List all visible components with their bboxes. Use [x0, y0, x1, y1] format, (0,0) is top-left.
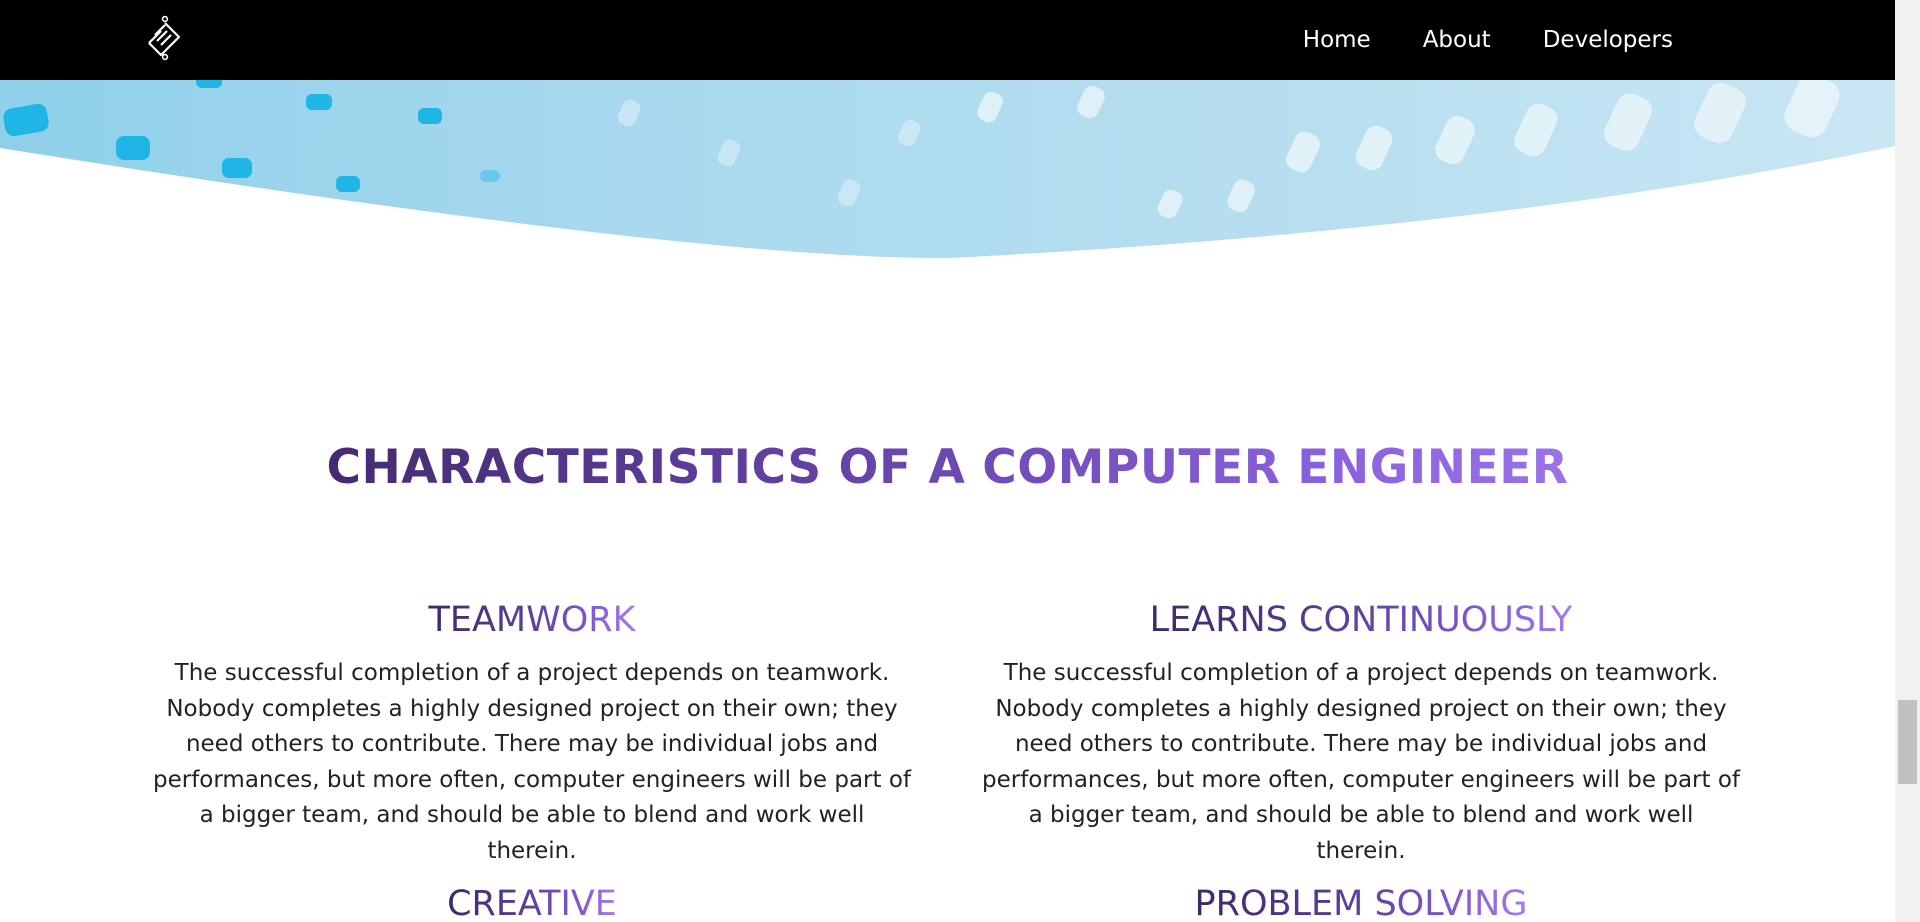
circuit-logo-icon[interactable] [143, 13, 187, 63]
page-title: CHARACTERISTICS OF A COMPUTER ENGINEER [0, 440, 1895, 495]
nav-link-about[interactable]: About [1423, 27, 1491, 53]
characteristic-card-creative: CREATIVE [152, 884, 912, 922]
page: Home About Developers CHARACTERISTICS OF… [0, 0, 1920, 922]
main-nav: Home About Developers [1303, 0, 1673, 80]
characteristic-card-learns-continuously: LEARNS CONTINUOUSLY The successful compl… [981, 600, 1741, 869]
hero-image-wave [0, 80, 1895, 260]
nav-link-home[interactable]: Home [1303, 27, 1371, 53]
characteristic-description: The successful completion of a project d… [981, 660, 1740, 864]
characteristic-description: The successful completion of a project d… [152, 660, 911, 864]
top-navbar: Home About Developers [0, 0, 1895, 80]
nav-link-developers[interactable]: Developers [1543, 27, 1673, 53]
characteristic-heading: TEAMWORK [428, 600, 636, 640]
characteristic-heading: PROBLEM SOLVING [1194, 884, 1528, 922]
characteristic-heading: LEARNS CONTINUOUSLY [1149, 600, 1573, 640]
page-scrollbar[interactable] [1895, 0, 1920, 922]
scrollbar-thumb[interactable] [1898, 700, 1917, 784]
characteristic-card-problem-solving: PROBLEM SOLVING [981, 884, 1741, 922]
characteristic-heading: CREATIVE [447, 884, 617, 922]
characteristic-card-teamwork: TEAMWORK The successful completion of a … [152, 600, 912, 869]
